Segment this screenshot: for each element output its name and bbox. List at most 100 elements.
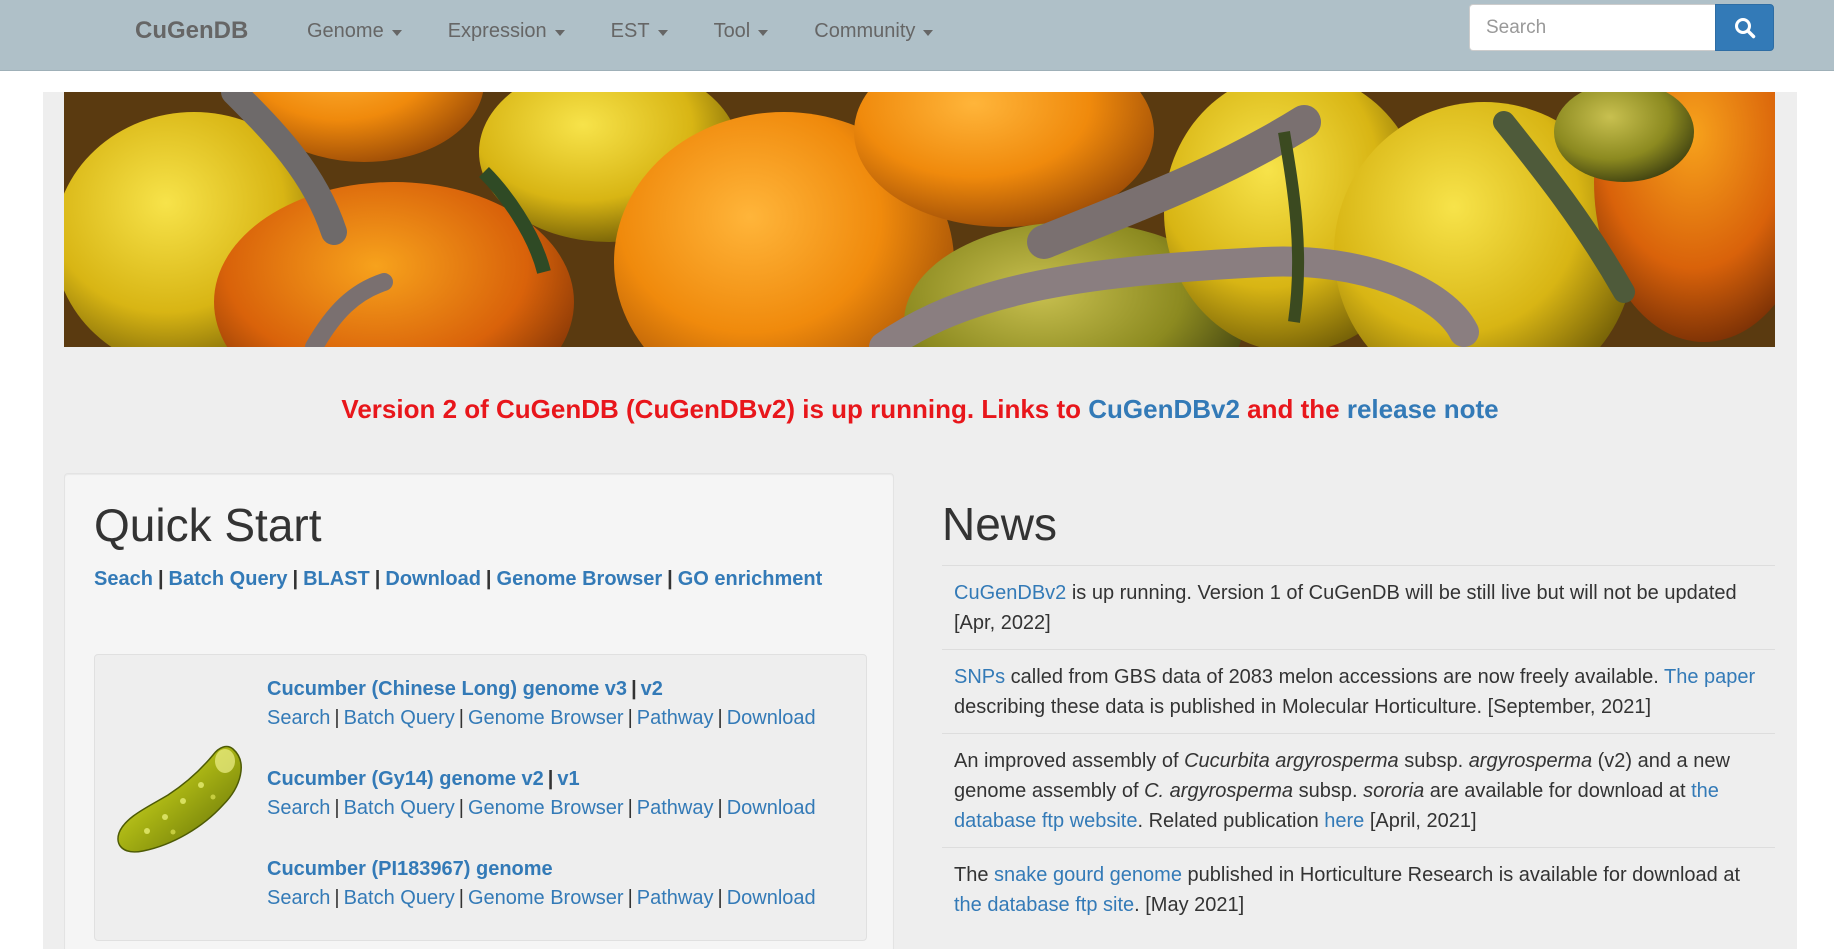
menu-expression[interactable]: Expression [448,20,565,43]
separator: | [631,678,637,700]
download-link[interactable]: Download [727,797,816,819]
qs-genome-browser-link[interactable]: Genome Browser [497,568,663,590]
species-name: argyrosperma [1468,750,1593,772]
news-snake-gourd-link[interactable]: snake gourd genome [994,864,1182,886]
banner-graphic [64,92,1775,347]
news-text: The [954,864,995,886]
qs-download-link[interactable]: Download [385,568,481,590]
cucumber-icon [117,745,242,853]
separator: | [717,797,723,819]
news-cugendbv2-link[interactable]: CuGenDBv2 [954,582,1066,604]
search-link[interactable]: Search [267,797,330,819]
caret-down-icon [923,29,934,36]
genome-browser-link[interactable]: Genome Browser [468,707,624,729]
brand-logo[interactable]: CuGenDB [135,17,248,45]
separator: | [292,568,299,590]
menu-community[interactable]: Community [814,20,934,43]
batch-query-link[interactable]: Batch Query [344,707,455,729]
genome-entry-gy14: Cucumber (Gy14) genome v2 | v1 Search | Batc… [267,768,816,820]
search-link[interactable]: Search [267,707,330,729]
batch-query-link[interactable]: Batch Query [344,797,455,819]
separator: | [547,768,554,790]
download-link[interactable]: Download [727,887,816,909]
qs-batch-query-link[interactable]: Batch Query [169,568,288,590]
separator: | [458,887,464,909]
news-item: The snake gourd genome published in Hort… [942,847,1775,931]
genome-browser-link[interactable]: Genome Browser [468,887,624,909]
pathway-link[interactable]: Pathway [637,797,714,819]
quick-start-links: Seach | Batch Query | BLAST | Download | Genome … [94,568,822,591]
pathway-link[interactable]: Pathway [637,887,714,909]
news-item: CuGenDBv2 is up running. Version 1 of Cu… [942,565,1775,649]
top-navbar: CuGenDB Genome Expression EST Tool Commu… [0,0,1834,71]
genome-actions: Search | Batch Query | Genome Browser | Pathwa… [267,707,816,730]
batch-query-link[interactable]: Batch Query [344,887,455,909]
search-icon [1734,17,1755,38]
release-note-link[interactable]: release note [1347,394,1499,424]
news-item: SNPs called from GBS data of 2083 melon … [942,649,1775,733]
news-text: subsp. [1293,780,1364,802]
menu-genome-label: Genome [307,20,384,42]
search-input[interactable] [1469,4,1715,51]
news-paper-link[interactable]: The paper [1664,666,1755,688]
separator: | [627,887,633,909]
download-link[interactable]: Download [727,707,816,729]
genome-gy14-v1-link[interactable]: v1 [557,768,579,790]
news-publication-link[interactable]: here [1324,810,1364,832]
separator: | [717,707,723,729]
news-text: An improved assembly of [954,750,1185,772]
main-menu: Genome Expression EST Tool Community [307,20,979,43]
news-text: published in Horticulture Research is av… [1181,864,1741,886]
genome-chinese-long-v2-link[interactable]: v2 [641,678,663,700]
pumpkin-banner-image [64,92,1775,347]
genome-title: Cucumber (Chinese Long) genome v3 | v2 [267,678,816,701]
qs-search-link[interactable]: Seach [94,568,153,590]
caret-down-icon [758,29,769,36]
announcement-text-2: and the [1239,394,1347,424]
news-text: are available for download at [1424,780,1692,802]
news-title: News [942,498,1058,550]
search-link[interactable]: Search [267,887,330,909]
news-text: called from GBS data of 2083 melon acces… [1005,666,1665,688]
news-ftp-site-link[interactable]: the database ftp site [954,894,1134,916]
separator: | [717,887,723,909]
separator: | [458,797,464,819]
caret-down-icon [391,29,402,36]
species-name: C. argyrosperma [1144,780,1294,802]
genome-gy14-v2-link[interactable]: Cucumber (Gy14) genome v2 [267,768,544,790]
caret-down-icon [657,29,668,36]
separator: | [334,887,340,909]
main-container: Version 2 of CuGenDB (CuGenDBv2) is up r… [43,92,1797,949]
cugendbv2-link[interactable]: CuGenDBv2 [1088,394,1240,424]
pathway-link[interactable]: Pathway [637,707,714,729]
genome-actions: Search | Batch Query | Genome Browser | Pathwa… [267,887,816,910]
species-name: sororia [1363,780,1425,802]
genome-chinese-long-v3-link[interactable]: Cucumber (Chinese Long) genome v3 [267,678,627,700]
menu-est[interactable]: EST [611,20,668,43]
qs-blast-link[interactable]: BLAST [303,568,370,590]
genome-actions: Search | Batch Query | Genome Browser | Pathwa… [267,797,816,820]
menu-est-label: EST [610,20,650,42]
news-snps-link[interactable]: SNPs [954,666,1005,688]
news-text: subsp. [1398,750,1469,772]
menu-expression-label: Expression [447,20,547,42]
news-list: CuGenDBv2 is up running. Version 1 of Cu… [942,565,1775,931]
separator: | [667,568,673,590]
genome-entry-chinese-long: Cucumber (Chinese Long) genome v3 | v2 Sea… [267,678,816,730]
search-button[interactable] [1715,4,1774,51]
version-announcement: Version 2 of CuGenDB (CuGenDBv2) is up r… [43,394,1797,425]
genome-browser-link[interactable]: Genome Browser [468,797,624,819]
separator: | [334,797,340,819]
menu-tool[interactable]: Tool [714,20,769,43]
news-text: is up running. Version 1 of CuGenDB will… [954,582,1737,634]
separator: | [374,568,381,590]
menu-genome[interactable]: Genome [307,20,402,43]
genome-title: Cucumber (Gy14) genome v2 | v1 [267,768,816,791]
cucumber-genomes-box: Cucumber (Chinese Long) genome v3 | v2 Sea… [94,654,867,941]
genome-entry-pi183967: Cucumber (PI183967) genome Search | Batch … [267,858,816,910]
qs-go-enrichment-link[interactable]: GO enrichment [678,568,822,590]
separator: | [485,568,492,590]
caret-down-icon [554,29,565,36]
genome-pi183967-link[interactable]: Cucumber (PI183967) genome [267,858,553,880]
news-text: . [May 2021] [1134,894,1245,916]
